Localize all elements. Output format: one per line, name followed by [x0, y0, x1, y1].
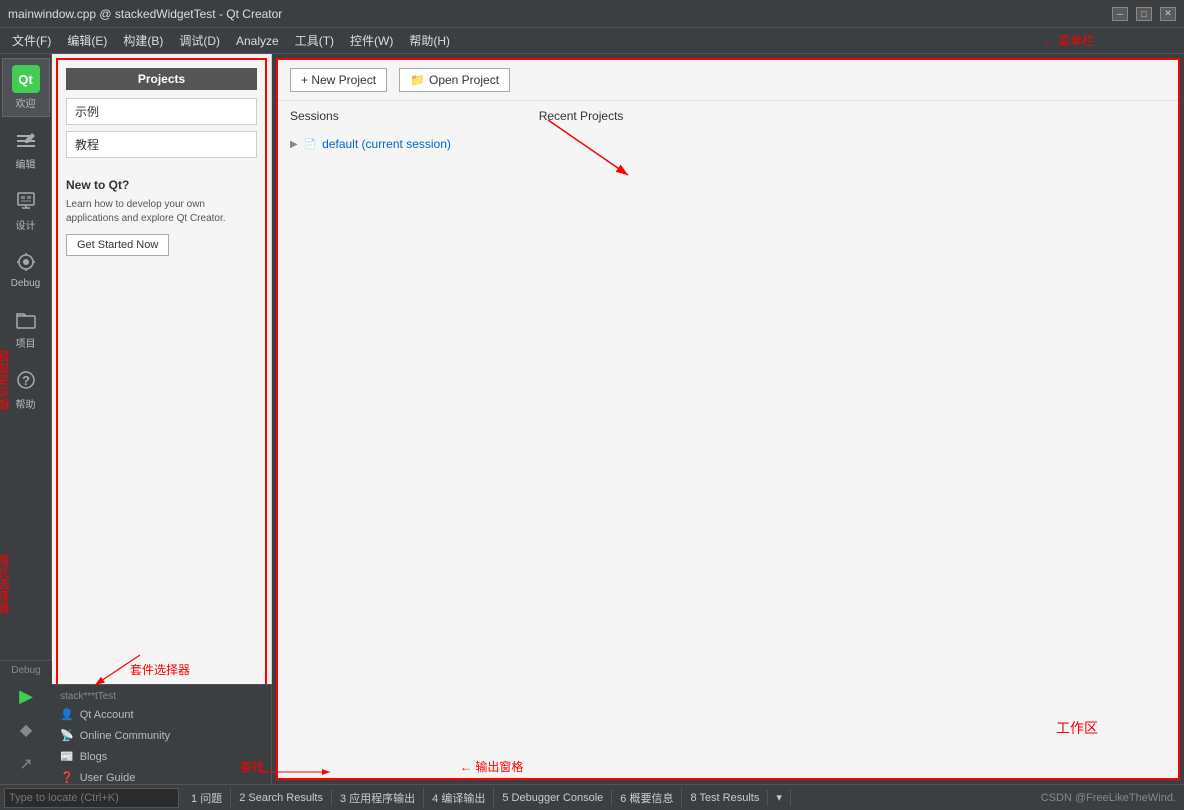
mode-design[interactable]: 设计: [2, 180, 50, 239]
online-community-label: Online Community: [80, 730, 170, 742]
menubar-annotation: ← 菜单栏: [1043, 32, 1094, 49]
debug-panel: Debug ▶ ◆ ↗: [0, 660, 52, 784]
online-community-icon: 📡: [60, 729, 74, 742]
minimize-button[interactable]: ─: [1112, 7, 1128, 21]
folder-icon: 📁: [410, 73, 425, 87]
work-area-annotation: 工作区: [1056, 718, 1098, 738]
help-icon: ?: [12, 366, 40, 394]
user-guide-icon: ❓: [60, 771, 74, 784]
blogs-icon: 📰: [60, 750, 74, 763]
mode-welcome-label: 欢迎: [16, 95, 36, 110]
mode-debug-label: Debug: [11, 278, 40, 289]
examples-button[interactable]: 示例: [66, 98, 257, 125]
design-icon: [12, 187, 40, 215]
run-button[interactable]: ▶: [4, 680, 48, 712]
bottom-bar: 1 问题 2 Search Results 3 应用程序输出 4 编译输出 5 …: [0, 784, 1184, 810]
debug-icon: [12, 248, 40, 276]
menu-file[interactable]: 文件(F): [4, 30, 59, 51]
recent-projects-label: Recent Projects: [539, 109, 624, 123]
bottom-tabs: 1 问题 2 Search Results 3 应用程序输出 4 编译输出 5 …: [183, 788, 1033, 808]
tab-debugger-console[interactable]: 5 Debugger Console: [494, 790, 612, 806]
open-project-button[interactable]: 📁 Open Project: [399, 68, 510, 92]
mode-help[interactable]: ? 帮助: [2, 359, 50, 418]
mode-project[interactable]: 项目: [2, 298, 50, 357]
qt-account-item[interactable]: 👤 Qt Account: [52, 704, 271, 725]
user-guide-label: User Guide: [80, 772, 136, 784]
links-panel: stack***tTest 👤 Qt Account 📡 Online Comm…: [52, 684, 272, 784]
bottom-credit: CSDN @FreeLikeTheWind.: [1033, 792, 1184, 804]
sessions-list: ▶ 📄 default (current session): [278, 131, 1178, 157]
qt-account-icon: 👤: [60, 708, 74, 721]
locate-input[interactable]: [4, 788, 179, 808]
step-button[interactable]: ↗: [4, 748, 48, 780]
new-project-button[interactable]: + New Project: [290, 68, 387, 92]
tab-compile-output[interactable]: 4 编译输出: [424, 788, 494, 808]
menu-edit[interactable]: 编辑(E): [59, 30, 115, 51]
menu-tools[interactable]: 工具(T): [287, 30, 342, 51]
svg-text:?: ?: [22, 373, 30, 388]
projects-button[interactable]: Projects: [66, 68, 257, 90]
title-bar: mainwindow.cpp @ stackedWidgetTest - Qt …: [0, 0, 1184, 28]
session-label: default (current session): [322, 137, 451, 151]
menu-controls[interactable]: 控件(W): [342, 30, 401, 51]
blogs-item[interactable]: 📰 Blogs: [52, 746, 271, 767]
tab-issues[interactable]: 1 问题: [183, 788, 231, 808]
stack-label: stack***tTest: [52, 689, 271, 704]
session-arrow-icon: ▶: [290, 139, 298, 150]
menu-analyze[interactable]: Analyze: [228, 32, 287, 50]
tab-app-output[interactable]: 3 应用程序输出: [332, 788, 424, 808]
tab-summary[interactable]: 6 概要信息: [612, 788, 682, 808]
new-to-qt-description: Learn how to develop your own applicatio…: [66, 198, 257, 226]
tutorials-button[interactable]: 教程: [66, 131, 257, 158]
sessions-recent: Sessions Recent Projects: [278, 101, 1178, 131]
mode-welcome[interactable]: Qt 欢迎: [2, 58, 50, 117]
menu-debug[interactable]: 调试(D): [171, 30, 228, 51]
edit-icon: [12, 126, 40, 154]
mode-edit[interactable]: 编辑: [2, 119, 50, 178]
session-item[interactable]: ▶ 📄 default (current session): [290, 135, 1166, 153]
debug-panel-label: Debug: [11, 665, 40, 676]
sessions-label: Sessions: [290, 109, 339, 123]
mode-design-label: 设计: [16, 217, 36, 232]
window-controls: ─ □ ✕: [1112, 7, 1176, 21]
get-started-button[interactable]: Get Started Now: [66, 234, 169, 256]
title-text: mainwindow.cpp @ stackedWidgetTest - Qt …: [8, 7, 282, 21]
profile-button[interactable]: ◆: [4, 714, 48, 746]
menu-bar: 文件(F) 编辑(E) 构建(B) 调试(D) Analyze 工具(T) 控件…: [0, 28, 1184, 54]
new-to-qt-section: New to Qt? Learn how to develop your own…: [66, 170, 257, 256]
new-to-qt-heading: New to Qt?: [66, 178, 257, 192]
online-community-item[interactable]: 📡 Online Community: [52, 725, 271, 746]
tab-search-results[interactable]: 2 Search Results: [231, 790, 332, 806]
project-icon: [12, 305, 40, 333]
mode-debug[interactable]: Debug: [2, 241, 50, 296]
menu-build[interactable]: 构建(B): [115, 30, 171, 51]
mode-help-label: 帮助: [16, 396, 36, 411]
tab-more[interactable]: ▾: [768, 789, 791, 806]
mode-selector-annotation: 模式选择器: [0, 554, 12, 614]
session-file-icon: 📄: [304, 139, 316, 150]
tab-test-results[interactable]: 8 Test Results: [682, 790, 768, 806]
left-panel: Projects 示例 教程 New to Qt? Learn how to d…: [52, 54, 272, 784]
welcome-panel: Projects 示例 教程 New to Qt? Learn how to d…: [56, 58, 267, 780]
blogs-label: Blogs: [80, 751, 108, 763]
maximize-button[interactable]: □: [1136, 7, 1152, 21]
close-button[interactable]: ✕: [1160, 7, 1176, 21]
mode-edit-label: 编辑: [16, 156, 36, 171]
mode-project-label: 项目: [16, 335, 36, 350]
work-area-toolbar: + New Project 📁 Open Project: [278, 60, 1178, 101]
qt-account-label: Qt Account: [80, 709, 134, 721]
menu-help[interactable]: 帮助(H): [401, 30, 458, 51]
main-layout: Qt 欢迎 编辑 设计 Debug: [0, 54, 1184, 784]
welcome-icon: Qt: [12, 65, 40, 93]
right-section: Projects 示例 教程 New to Qt? Learn how to d…: [52, 54, 1184, 784]
work-area: + New Project 📁 Open Project Sessions Re…: [276, 58, 1180, 780]
